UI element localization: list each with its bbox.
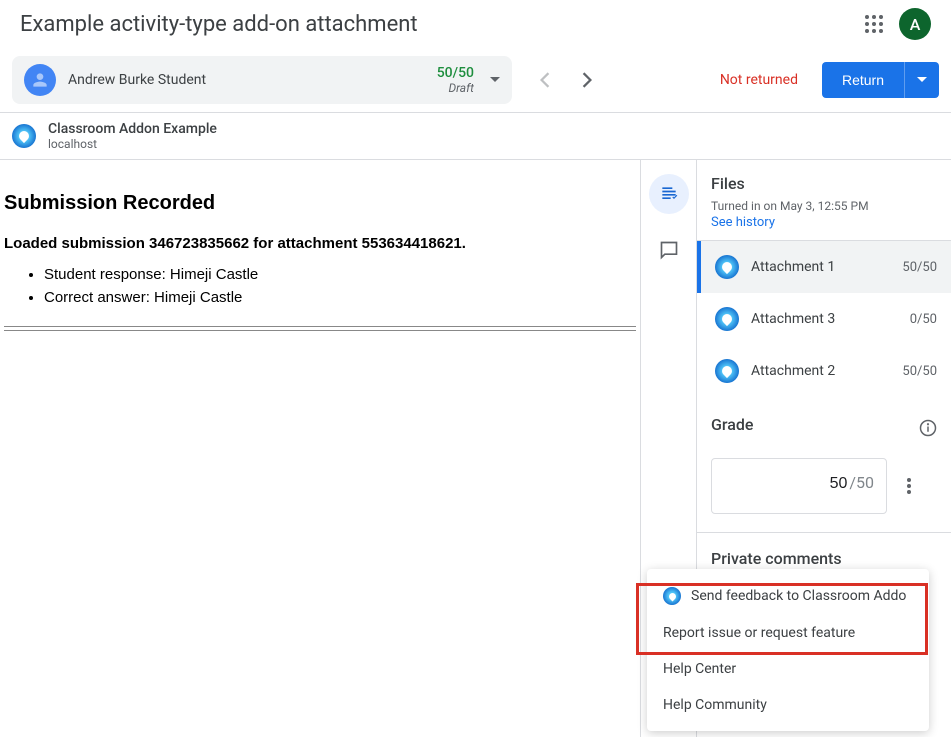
attachment-icon [715,359,739,383]
attachment-score: 50/50 [902,364,937,379]
addon-host: localhost [48,137,217,151]
return-status: Not returned [720,72,798,88]
content-pane: Submission Recorded Loaded submission 34… [0,160,641,737]
return-button[interactable]: Return [822,62,904,98]
page-title: Example activity-type add-on attachment [20,12,418,37]
divider [4,326,636,327]
attachment-name: Attachment 1 [751,259,890,275]
comments-title: Private comments [711,549,937,568]
files-tab-icon[interactable] [649,174,689,214]
attachment-icon [715,307,739,331]
draft-label: Draft [437,81,474,95]
dropdown-arrow-icon [490,77,500,83]
next-student-button[interactable] [578,68,596,92]
submission-heading: Submission Recorded [4,192,636,215]
attachment-score: 0/50 [910,312,937,327]
addon-icon [663,587,681,605]
student-selector[interactable]: Andrew Burke Student 50/50 Draft [12,56,512,104]
apps-launcher-icon[interactable] [865,15,883,33]
popup-item-label: Help Community [663,697,767,713]
popup-item-label: Help Center [663,661,736,677]
return-dropdown-button[interactable] [904,62,939,98]
addon-icon [12,124,36,148]
popup-item-label: Send feedback to Classroom Addo [691,588,906,604]
loaded-message: Loaded submission 346723835662 for attac… [4,235,636,252]
info-icon[interactable] [919,419,937,437]
student-name: Andrew Burke Student [68,72,206,88]
attachment-name: Attachment 2 [751,363,890,379]
comments-tab-icon[interactable] [649,230,689,270]
help-center-item[interactable]: Help Center [647,651,929,687]
send-feedback-item[interactable]: Send feedback to Classroom Addo [647,577,929,615]
popup-item-label: Report issue or request feature [663,625,855,641]
attachment-name: Attachment 3 [751,311,898,327]
attachment-row[interactable]: Attachment 2 50/50 [697,345,951,397]
see-history-link[interactable]: See history [711,215,775,230]
attachment-row[interactable]: Attachment 1 50/50 [697,241,951,293]
account-avatar[interactable]: A [899,8,931,40]
help-community-item[interactable]: Help Community [647,687,929,723]
attachment-row[interactable]: Attachment 3 0/50 [697,293,951,345]
files-title: Files [711,174,937,193]
more-options-icon[interactable] [899,469,919,503]
report-issue-item[interactable]: Report issue or request feature [647,615,929,651]
student-score: 50/50 [437,65,474,81]
attachment-score: 50/50 [902,260,937,275]
list-item: Student response: Himeji Castle [44,266,636,283]
addon-title: Classroom Addon Example [48,121,217,137]
help-popup-menu: Send feedback to Classroom Addo Report i… [647,569,929,731]
attachment-list: Attachment 1 50/50 Attachment 3 0/50 Att… [697,241,951,397]
turned-in-time: Turned in on May 3, 12:55 PM [711,199,937,213]
grade-max: /50 [849,473,874,492]
grade-title: Grade [711,415,753,434]
grade-input-container: /50 [711,458,887,514]
grade-input[interactable] [799,474,849,494]
prev-student-button[interactable] [536,68,554,92]
divider [4,330,636,331]
list-item: Correct answer: Himeji Castle [44,289,636,306]
student-avatar-icon [24,64,56,96]
attachment-icon [715,255,739,279]
